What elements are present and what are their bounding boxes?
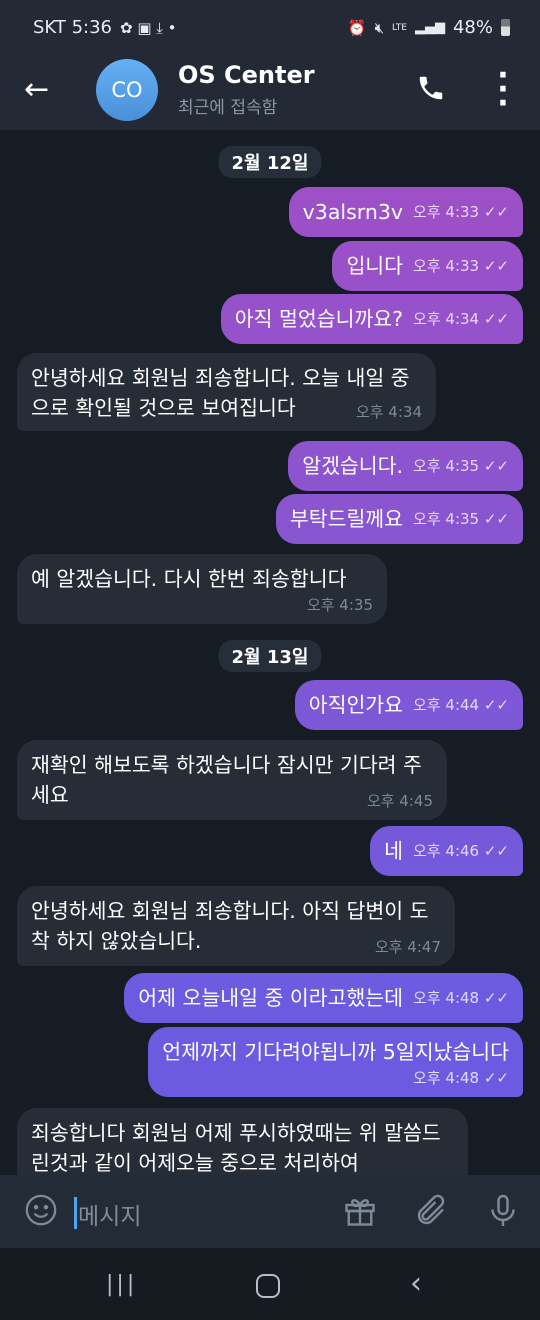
signal-icon: ▂▄▆ xyxy=(414,20,445,35)
clock: 5:36 xyxy=(71,17,112,38)
date-separator: 2월 13일 xyxy=(218,640,322,672)
message-text: 부탁드릴께요 xyxy=(289,507,404,531)
message-text: v3alsrn3v xyxy=(302,200,404,224)
notification-icons: ✿ ▣ ⤓ • xyxy=(119,18,177,37)
message-text: 아직인가요 xyxy=(308,693,404,717)
message-input[interactable]: 메시지 xyxy=(78,1197,141,1231)
outgoing-message[interactable]: v3alsrn3v 오후 4:33 ✓✓ xyxy=(288,187,523,237)
emoji-icon[interactable] xyxy=(24,1193,58,1231)
chat-title[interactable]: OS Center xyxy=(178,61,315,89)
battery-icon xyxy=(501,19,510,36)
message-time: 오후 4:47 xyxy=(374,938,441,956)
message-time: 오후 4:46 ✓✓ xyxy=(413,842,509,860)
message-time: 오후 4:35 ✓✓ xyxy=(413,457,509,475)
message-text: 예 알겠습니다. 다시 한번 죄송합니다 xyxy=(31,567,347,591)
system-navigation-bar: ||| ‹ xyxy=(0,1248,540,1320)
microphone-icon[interactable] xyxy=(485,1193,521,1233)
message-text: 언제까지 기다려야됩니까 5일지났습니다 xyxy=(162,1040,509,1064)
message-composer: 메시지 xyxy=(0,1175,540,1248)
avatar[interactable]: CO xyxy=(96,59,158,121)
last-seen-status: 최근에 접속함 xyxy=(178,98,278,118)
message-time: 오후 4:35 ✓✓ xyxy=(413,510,509,528)
message-text: 아직 멀었습니까요? xyxy=(234,307,404,331)
more-options-icon[interactable]: · · · xyxy=(496,61,510,119)
incoming-message[interactable]: 안녕하세요 회원님 죄송합니다. 오늘 내일 중으로 확인될 것으로 보여집니다… xyxy=(17,353,436,431)
message-time: 오후 4:44 ✓✓ xyxy=(413,696,509,714)
incoming-message[interactable]: 안녕하세요 회원님 죄송합니다. 아직 답변이 도착 하지 않았습니다. 오후 4… xyxy=(17,886,455,966)
recent-apps-icon[interactable]: ||| xyxy=(106,1272,137,1297)
outgoing-message[interactable]: 알겠습니다. 오후 4:35 ✓✓ xyxy=(288,441,523,491)
message-time: 오후 4:45 xyxy=(366,792,433,810)
chat-header: ← CO OS Center 최근에 접속함 · · · xyxy=(0,55,540,130)
message-time: 오후 4:34 xyxy=(355,403,422,421)
gift-icon[interactable] xyxy=(342,1193,378,1233)
outgoing-message[interactable]: 부탁드릴께요 오후 4:35 ✓✓ xyxy=(275,494,523,544)
phone-icon[interactable] xyxy=(416,73,446,110)
status-bar: SKT 5:36 ✿ ▣ ⤓ • ⏰ 🔇︎ LTE ▂▄▆ 48% xyxy=(0,0,540,55)
message-list[interactable]: 2월 12일 v3alsrn3v 오후 4:33 ✓✓ 입니다 오후 4:33 ✓✓… xyxy=(0,130,540,1175)
message-time: 오후 4:35 xyxy=(306,596,373,614)
mute-icon: 🔇︎ xyxy=(374,18,385,37)
outgoing-message[interactable]: 언제까지 기다려야됩니까 5일지났습니다오후 4:48 ✓✓ xyxy=(148,1027,523,1097)
message-time: 오후 4:33 ✓✓ xyxy=(413,203,509,221)
message-text: 죄송합니다 회원님 어제 푸시하였때는 위 말씀드린것과 같이 어제오늘 중으로… xyxy=(31,1121,441,1175)
back-nav-icon[interactable]: ‹ xyxy=(410,1266,422,1301)
message-time: 오후 4:48 ✓✓ xyxy=(413,1069,509,1087)
message-time: 오후 4:33 ✓✓ xyxy=(413,257,509,275)
home-icon[interactable] xyxy=(256,1274,280,1298)
message-text: 알겠습니다. xyxy=(302,454,404,478)
message-time: 오후 4:34 ✓✓ xyxy=(413,310,509,328)
incoming-message[interactable]: 죄송합니다 회원님 어제 푸시하였때는 위 말씀드린것과 같이 어제오늘 중으로… xyxy=(17,1108,468,1175)
outgoing-message[interactable]: 입니다 오후 4:33 ✓✓ xyxy=(332,241,523,291)
outgoing-message[interactable]: 아직인가요 오후 4:44 ✓✓ xyxy=(294,680,523,730)
outgoing-message[interactable]: 어제 오늘내일 중 이라고했는데 오후 4:48 ✓✓ xyxy=(124,973,523,1023)
incoming-message[interactable]: 재확인 해보도록 하겠습니다 잠시만 기다려 주세요 오후 4:45 xyxy=(17,740,447,820)
message-text: 네 xyxy=(384,839,404,863)
message-text: 입니다 xyxy=(346,254,404,278)
carrier: SKT xyxy=(33,17,66,38)
date-separator: 2월 12일 xyxy=(218,146,322,178)
outgoing-message[interactable]: 네 오후 4:46 ✓✓ xyxy=(370,826,523,876)
alarm-icon: ⏰ xyxy=(347,18,367,37)
incoming-message[interactable]: 예 알겠습니다. 다시 한번 죄송합니다오후 4:35 xyxy=(17,554,387,624)
network-label: LTE xyxy=(392,22,407,33)
outgoing-message[interactable]: 아직 멀었습니까요? 오후 4:34 ✓✓ xyxy=(220,294,523,344)
text-cursor xyxy=(74,1197,77,1229)
message-time: 오후 4:48 ✓✓ xyxy=(413,989,509,1007)
back-arrow-icon[interactable]: ← xyxy=(24,75,49,105)
message-text: 어제 오늘내일 중 이라고했는데 xyxy=(138,986,404,1010)
attach-paperclip-icon[interactable] xyxy=(413,1193,449,1233)
battery-level: 48% xyxy=(452,17,493,38)
